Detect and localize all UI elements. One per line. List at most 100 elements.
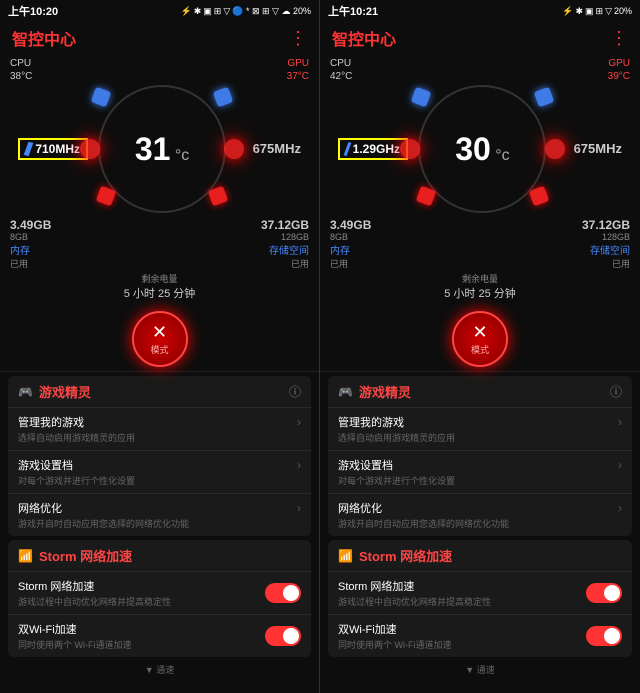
game-elf-title-2: 游戏精灵 xyxy=(359,382,411,401)
glow-red-br-2 xyxy=(529,186,550,207)
glow-red-right-2 xyxy=(545,139,565,159)
game-elf-item-2-0[interactable]: 管理我的游戏 › 选择自动启用游戏精灵的应用 xyxy=(328,407,632,450)
storm-item-1-0: Storm 网络加速 游戏过程中自动优化网络并提高稳定性 xyxy=(8,571,311,614)
battery-time-2: 5 小时 25 分钟 xyxy=(330,285,630,301)
battery-label-2: 剩余电量 xyxy=(330,272,630,285)
storm-header-left-2: 📶 Storm 网络加速 xyxy=(338,546,452,565)
info-icon-2[interactable]: ⓘ xyxy=(610,383,622,400)
app-title-1: 智控中心 xyxy=(12,26,76,50)
status-bar-1: 上午10:20 ⚡ ✱ ▣ ⊞ ▽ 🔵 * ⊠ ⊞ ▽ ☁ 20% xyxy=(0,0,319,22)
storm-item-2-1: 双Wi-Fi加速 同时使用两个 Wi-Fi通道加速 xyxy=(328,614,632,657)
battery-section-1: 剩余电量 5 小时 25 分钟 xyxy=(10,272,309,305)
signal-icon: ▣ xyxy=(203,6,212,17)
storage-sublabel-2: 已用 xyxy=(582,257,630,270)
wifi-status-icon-2: ✱ xyxy=(575,6,583,17)
game-elf-item-row-1-2: 网络优化 › xyxy=(18,500,301,516)
memory-row-2: 3.49GB 8GB 内存 已用 37.12GB 128GB 存储空间 已用 xyxy=(330,218,630,270)
gpu-temp-1: 37°C xyxy=(287,71,309,82)
mem-used-1: 3.49GB xyxy=(10,218,51,232)
storm-card-1: 📶 Storm 网络加速 Storm 网络加速 游戏过程中自动优化网络并提高稳定… xyxy=(8,540,311,657)
storm-title-1: Storm 网络加速 xyxy=(39,546,132,565)
chevron-icon-2-0: › xyxy=(618,415,622,429)
header-2: 智控中心 ⋮ xyxy=(320,22,640,54)
storage-total-1: 128GB xyxy=(261,232,309,242)
signal-icon-2: ▣ xyxy=(585,6,594,17)
gamepad-icon-2: 🎮 xyxy=(338,385,353,399)
dashboard-main-1: 710MHz 31 °c 675MHz xyxy=(10,84,309,214)
game-elf-item-desc-1-0: 选择自动启用游戏精灵的应用 xyxy=(18,431,301,444)
chevron-icon-1-0: › xyxy=(297,415,301,429)
storage-label-2: 存储空间 xyxy=(582,242,630,257)
cpu-freq-box-1: 710MHz xyxy=(18,138,88,160)
cpu-freq-val-1: 710MHz xyxy=(35,142,80,156)
game-elf-item-row-2-2: 网络优化 › xyxy=(338,500,622,516)
cpu-gpu-labels-2: CPU GPU xyxy=(330,58,630,69)
battery-section-2: 剩余电量 5 小时 25 分钟 xyxy=(330,272,630,305)
battery-time-1: 5 小时 25 分钟 xyxy=(10,285,309,301)
game-elf-item-1-0[interactable]: 管理我的游戏 › 选择自动启用游戏精灵的应用 xyxy=(8,407,311,450)
gamepad-icon-1: 🎮 xyxy=(18,385,33,399)
storm-toggle-1-0[interactable] xyxy=(265,583,301,603)
glow-blue-tr-1 xyxy=(213,87,234,108)
gpu-label-1: GPU xyxy=(287,58,309,69)
gpu-freq-val-1: 675MHz xyxy=(253,141,301,156)
storm-toggle-2-0[interactable] xyxy=(586,583,622,603)
mem-label-2: 内存 xyxy=(330,242,371,257)
storm-item-title-1-1: 双Wi-Fi加速 xyxy=(18,621,265,637)
cpu-gpu-temps-1: 38°C 37°C xyxy=(10,71,309,82)
temp-unit-2: °c xyxy=(495,147,509,164)
battery-pct-1: 🔵 * ⊠ ⊞ ▽ ☁ 20% xyxy=(232,6,311,17)
divider-2 xyxy=(320,371,640,372)
game-elf-item-row-2-1: 游戏设置档 › xyxy=(338,457,622,473)
storm-item-left-2-0: Storm 网络加速 游戏过程中自动优化网络并提高稳定性 xyxy=(338,578,586,608)
mode-text-1: 模式 xyxy=(150,343,168,356)
bt-icon: ⚡ xyxy=(181,6,192,17)
gpu-freq-val-2: 675MHz xyxy=(574,141,622,156)
temp-content-1: 31 °c xyxy=(135,131,189,168)
app-title-2: 智控中心 xyxy=(332,26,396,50)
cpu-freq-area-2: 1.29GHz xyxy=(338,138,408,160)
mode-button-1[interactable]: ✕ 模式 xyxy=(132,311,188,367)
gpu-freq-area-2: 675MHz xyxy=(557,140,622,158)
glow-red-left-2 xyxy=(400,139,420,159)
cpu-temp-2: 42°C xyxy=(330,71,352,82)
mem-sublabel-2: 已用 xyxy=(330,257,371,270)
battery-icon-2: ▽ xyxy=(605,6,612,17)
game-elf-item-title-1-0: 管理我的游戏 xyxy=(18,414,84,430)
storage-label-1: 存储空间 xyxy=(261,242,309,257)
game-elf-item-row-1-1: 游戏设置档 › xyxy=(18,457,301,473)
mode-button-2[interactable]: ✕ 模式 xyxy=(452,311,508,367)
storm-item-left-1-0: Storm 网络加速 游戏过程中自动优化网络并提高稳定性 xyxy=(18,578,265,608)
game-elf-item-2-2[interactable]: 网络优化 › 游戏开启时自动应用您选择的网络优化功能 xyxy=(328,493,632,536)
wifi-status-icon: ✱ xyxy=(194,6,202,17)
game-elf-item-1-1[interactable]: 游戏设置档 › 对每个游戏并进行个性化设置 xyxy=(8,450,311,493)
storm-toggle-2-1[interactable] xyxy=(586,626,622,646)
storm-header-2: 📶 Storm 网络加速 xyxy=(328,540,632,571)
storage-sublabel-1: 已用 xyxy=(261,257,309,270)
storm-toggle-1-1[interactable] xyxy=(265,626,301,646)
time-2: 上午10:21 xyxy=(328,3,378,19)
memory-row-1: 3.49GB 8GB 内存 已用 37.12GB 128GB 存储空间 已用 xyxy=(10,218,309,270)
cpu-temp-1: 38°C xyxy=(10,71,32,82)
more-menu-2[interactable]: ⋮ xyxy=(610,28,628,49)
mem-label-1: 内存 xyxy=(10,242,51,257)
info-icon-1[interactable]: ⓘ xyxy=(289,383,301,400)
network-icon-2: ⊞ xyxy=(596,6,604,17)
storm-item-title-2-0: Storm 网络加速 xyxy=(338,578,586,594)
time-1: 上午10:20 xyxy=(8,3,58,19)
more-menu-1[interactable]: ⋮ xyxy=(289,28,307,49)
storm-item-desc-2-1: 同时使用两个 Wi-Fi通道加速 xyxy=(338,638,586,651)
game-elf-item-desc-2-2: 游戏开启时自动应用您选择的网络优化功能 xyxy=(338,517,622,530)
game-elf-item-2-1[interactable]: 游戏设置档 › 对每个游戏并进行个性化设置 xyxy=(328,450,632,493)
phone-panel-2: 上午10:21 ⚡ ✱ ▣ ⊞ ▽ 20% 智控中心 ⋮ CPU GPU 42°… xyxy=(320,0,640,693)
divider-1 xyxy=(0,371,319,372)
temp-unit-1: °c xyxy=(175,147,189,164)
storm-item-1-1: 双Wi-Fi加速 同时使用两个 Wi-Fi通道加速 xyxy=(8,614,311,657)
game-elf-title-1: 游戏精灵 xyxy=(39,382,91,401)
bt-icon-2: ⚡ xyxy=(562,6,573,17)
memory-info-2: 3.49GB 8GB 内存 已用 xyxy=(330,218,371,270)
storage-used-1: 37.12GB xyxy=(261,218,309,232)
game-elf-item-desc-2-0: 选择自动启用游戏精灵的应用 xyxy=(338,431,622,444)
cpu-gpu-temps-2: 42°C 39°C xyxy=(330,71,630,82)
game-elf-item-1-2[interactable]: 网络优化 › 游戏开启时自动应用您选择的网络优化功能 xyxy=(8,493,311,536)
